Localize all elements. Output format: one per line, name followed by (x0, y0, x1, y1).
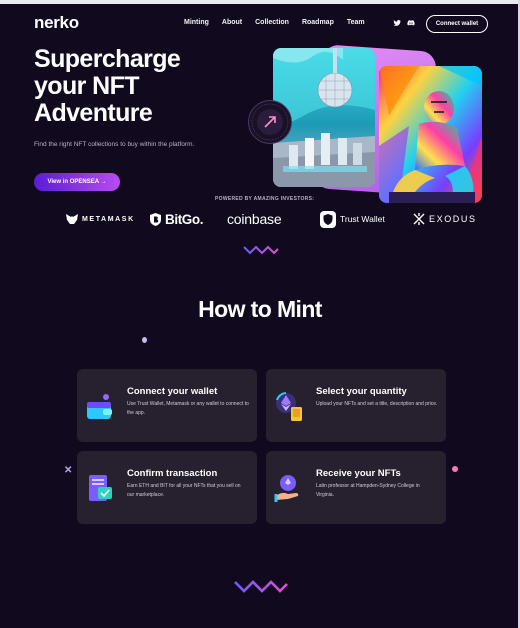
step-title-confirm-transaction: Confirm transaction (127, 468, 218, 479)
step-title-select-quantity: Select your quantity (316, 386, 407, 397)
exodus-x-icon (413, 213, 425, 225)
investors-label: POWERED BY AMAZING INVESTORS: (215, 196, 315, 202)
trust-shield-icon (320, 210, 336, 228)
step-card-connect-wallet: Connect your wallet Use Trust Wallet, Me… (77, 369, 257, 442)
wave-divider-bottom-icon (234, 580, 288, 593)
shield-b-icon (150, 212, 161, 226)
nav-item-collection[interactable]: Collection (255, 19, 289, 26)
step-card-confirm-transaction: Confirm transaction Earn ETH and BIT for… (77, 451, 257, 524)
partner-exodus[interactable]: EXODUS (413, 209, 477, 229)
step-desc-confirm-transaction: Earn ETH and BIT for all your NFTs that … (127, 483, 241, 498)
hero-subtitle: Find the right NFT collections to buy wi… (34, 141, 195, 148)
nav-item-roadmap[interactable]: Roadmap (302, 19, 334, 26)
partner-metamask[interactable]: METAMASK (66, 209, 135, 229)
brand-logo[interactable]: nerko (34, 13, 79, 33)
partner-bitgo-label: BitGo. (165, 211, 204, 227)
partner-coinbase[interactable]: coinbase (227, 209, 282, 229)
nft-artwork-colorful-figure[interactable] (379, 66, 482, 203)
nav-item-about[interactable]: About (222, 19, 242, 26)
select-nft-icon (276, 392, 302, 421)
main-nav: Minting About Collection Roadmap Team (184, 19, 365, 26)
partner-trust-wallet-label: Trust Wallet (340, 214, 385, 224)
twitter-icon[interactable] (393, 19, 401, 27)
receipt-icon (89, 475, 112, 501)
step-desc-connect-wallet: Use Trust Wallet, Metamask or any wallet… (127, 401, 249, 416)
discord-icon[interactable] (407, 19, 415, 27)
hero-title: Supercharge your NFT Adventure (34, 46, 254, 127)
how-to-mint-title: How to Mint (198, 296, 322, 322)
nav-item-minting[interactable]: Minting (184, 19, 209, 26)
partner-coinbase-label: coinbase (227, 211, 282, 227)
opensea-badge[interactable] (248, 100, 292, 144)
hand-coin-icon (274, 475, 299, 502)
partner-trust-wallet[interactable]: Trust Wallet (320, 209, 385, 229)
wallet-icon (87, 394, 112, 419)
decor-x-icon: ✕ (64, 465, 73, 476)
fox-icon (66, 214, 78, 224)
hero-title-line-2: your NFT (34, 72, 140, 100)
decor-dot-pink (452, 466, 458, 472)
partner-metamask-label: METAMASK (82, 215, 135, 223)
browser-top-edge (0, 0, 520, 4)
step-title-receive-nfts: Receive your NFTs (316, 468, 401, 479)
step-desc-receive-nfts: Latin professor at Hampden-Sydney Colleg… (316, 483, 420, 498)
view-opensea-button[interactable]: View in OPENSEA → (34, 173, 120, 191)
step-card-select-quantity: Select your quantity Upload your NFTs an… (266, 369, 446, 442)
decor-dot (142, 337, 147, 343)
partner-bitgo[interactable]: BitGo. (150, 209, 203, 229)
hero-title-line-1: Supercharge (34, 45, 181, 73)
connect-wallet-button[interactable]: Connect wallet (426, 15, 488, 33)
site-header: nerko Minting About Collection Roadmap T… (0, 10, 520, 40)
nav-item-team[interactable]: Team (347, 19, 365, 26)
step-title-connect-wallet: Connect your wallet (127, 386, 218, 397)
wave-divider-icon (243, 245, 279, 255)
hero-title-line-3: Adventure (34, 99, 153, 127)
step-card-receive-nfts: Receive your NFTs Latin professor at Ham… (266, 451, 446, 524)
step-desc-select-quantity: Upload your NFTs and set a title, descri… (316, 401, 438, 407)
partner-exodus-label: EXODUS (429, 214, 477, 224)
